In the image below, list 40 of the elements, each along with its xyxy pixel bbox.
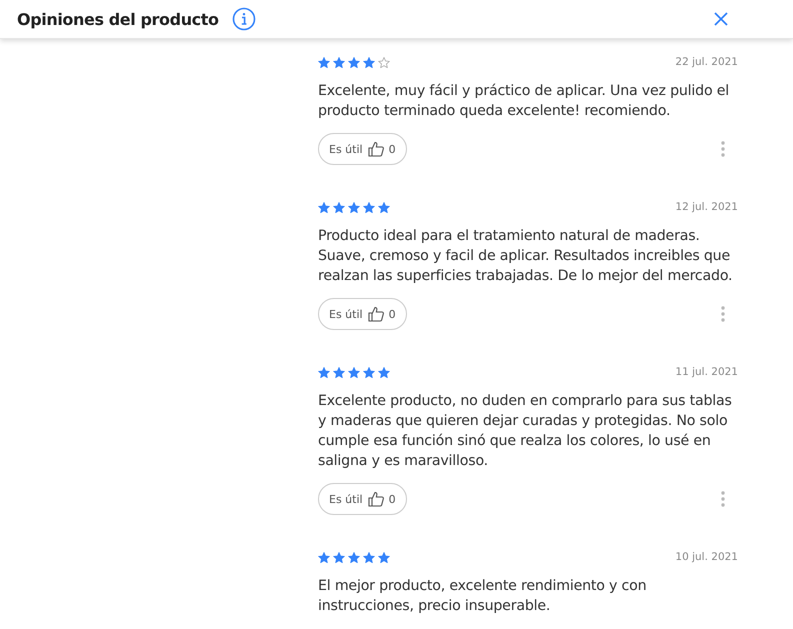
star-icon [333, 56, 345, 68]
review-text: Excelente, muy fácil y práctico de aplicar. Una vez pulido el producto terminado queda excelente! recomiendo. [318, 82, 730, 121]
dialog-title: Opiniones del producto [17, 10, 219, 28]
star-icon [363, 552, 375, 562]
star-icon [318, 202, 330, 212]
thumbs-up-icon [368, 491, 384, 507]
star-icon [378, 366, 390, 378]
star-icon [378, 552, 390, 562]
more-icon[interactable] [721, 141, 725, 157]
more-icon[interactable] [721, 306, 725, 322]
helpful-button[interactable]: Es útil 0 [318, 298, 407, 330]
star-icon [363, 366, 375, 378]
star-icon [333, 366, 345, 378]
thumbs-up-icon [368, 306, 384, 322]
review-date: 12 jul. 2021 [675, 201, 738, 213]
more-icon[interactable] [721, 491, 725, 507]
thumbs-up-icon [368, 141, 384, 157]
review-date: 10 jul. 2021 [675, 551, 738, 563]
star-icon [378, 56, 390, 68]
star-icon [378, 202, 390, 212]
star-icon [363, 202, 375, 212]
star-icon [348, 552, 360, 562]
star-icon [318, 366, 330, 378]
review-text: Excelente producto, no duden en comprarlo para sus tablas y maderas que quieren dejar curadas y protegidas. No solo cumple esa función sinó que realza los colores, lo usé en saligna y es maravilloso. [318, 392, 733, 471]
star-icon [348, 202, 360, 212]
info-icon[interactable] [232, 7, 256, 31]
star-icon [333, 202, 345, 212]
star-icon [318, 552, 330, 562]
close-icon[interactable] [713, 11, 729, 27]
star-icon [348, 366, 360, 378]
review-date: 22 jul. 2021 [675, 56, 738, 68]
star-icon [348, 56, 360, 68]
review-text: El mejor producto, excelente rendimiento y con instrucciones, precio insuperable. [318, 577, 648, 616]
review-text: Producto ideal para el tratamiento natural de maderas. Suave, cremoso y facil de aplicar. Resultados increibles que realzan las superficies trabajadas. De lo mejor del mercado. [318, 227, 734, 286]
helpful-button[interactable]: Es útil 0 [318, 133, 407, 165]
star-icon [363, 56, 375, 68]
helpful-button[interactable]: Es útil 0 [318, 483, 407, 515]
star-icon [318, 56, 330, 68]
review-date: 11 jul. 2021 [675, 366, 738, 378]
star-icon [333, 552, 345, 562]
